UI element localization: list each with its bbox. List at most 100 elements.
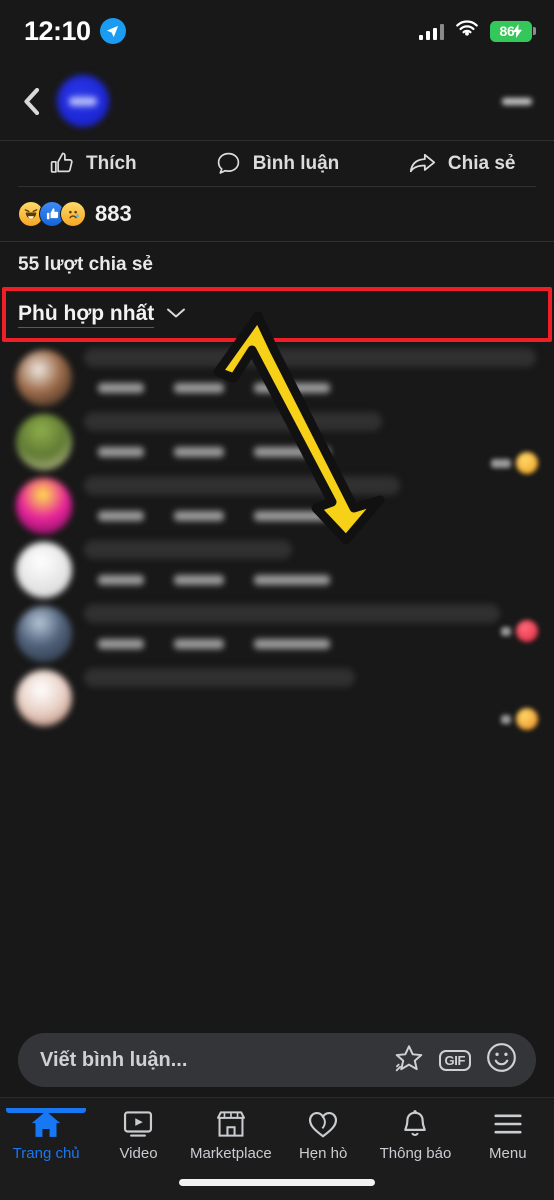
comment-sort-selector[interactable]: Phù hợp nhất <box>2 287 552 342</box>
comment-body <box>84 604 536 662</box>
comment-timestamp <box>98 575 144 585</box>
avatar[interactable] <box>57 75 109 127</box>
bell-icon <box>404 1110 427 1136</box>
share-button[interactable]: Chia sẻ <box>369 150 554 177</box>
comment-like-action[interactable] <box>174 511 224 521</box>
comments-list <box>0 342 554 730</box>
comment-button[interactable]: Bình luận <box>185 150 370 177</box>
battery-icon: 86 <box>490 20 536 42</box>
comment-bubble <box>84 540 292 559</box>
comment-meta <box>84 372 536 393</box>
nav-label-menu: Menu <box>489 1145 527 1162</box>
nav-item-notifications[interactable]: Thông báo <box>369 1109 461 1162</box>
list-item[interactable] <box>0 662 554 726</box>
more-options-icon[interactable] <box>502 97 532 105</box>
share-count-row[interactable]: 55 lượt chia sẻ <box>0 241 554 287</box>
like-button[interactable]: Thích <box>0 150 185 177</box>
comment-bubble <box>84 412 383 431</box>
cellular-signal-icon <box>418 23 444 40</box>
back-chevron-icon[interactable] <box>18 87 44 115</box>
avatar[interactable] <box>16 606 72 662</box>
comment-like-action[interactable] <box>174 383 224 393</box>
share-count-label: 55 lượt chia sẻ <box>18 253 153 275</box>
comment-body <box>84 540 536 598</box>
nav-label-home: Trang chủ <box>12 1145 80 1162</box>
status-time: 12:10 <box>24 15 91 46</box>
hamburger-menu-icon <box>494 1114 522 1134</box>
list-item[interactable] <box>0 598 554 730</box>
comment-reply-action[interactable] <box>254 575 330 585</box>
comment-timestamp <box>98 511 144 521</box>
comment-meta <box>84 564 536 585</box>
dating-heart-icon <box>309 1112 338 1138</box>
status-bar-right: 86 <box>418 19 536 43</box>
comment-sort-label: Phù hợp nhất <box>18 302 155 328</box>
comment-timestamp <box>98 383 144 393</box>
comment-bubble-icon <box>217 152 239 174</box>
comment-label: Bình luận <box>252 152 340 174</box>
list-item[interactable] <box>0 534 554 642</box>
comment-reply-action[interactable] <box>254 639 330 649</box>
comment-body <box>84 412 536 470</box>
comment-reply-action[interactable] <box>254 511 330 521</box>
list-item[interactable] <box>0 470 554 534</box>
comment-meta <box>84 436 536 457</box>
comment-sort-section: Phù hợp nhất <box>0 287 554 342</box>
comment-timestamp <box>98 447 144 457</box>
comment-reply-action[interactable] <box>254 383 330 393</box>
comment-bubble <box>84 604 500 623</box>
comment-bubble <box>84 476 401 495</box>
nav-label-video: Video <box>119 1145 158 1162</box>
comment-timestamp <box>98 639 144 649</box>
status-bar-left: 12:10 <box>24 16 126 47</box>
home-indicator-bar <box>179 1179 375 1186</box>
home-icon <box>31 1111 61 1137</box>
list-item[interactable] <box>0 342 554 474</box>
comment-input-box[interactable]: Viết bình luận... GIF <box>18 1033 536 1087</box>
sticker-star-icon[interactable] <box>393 1042 425 1079</box>
comment-body <box>84 348 536 406</box>
nav-label-dating: Hẹn hò <box>298 1145 348 1162</box>
avatar[interactable] <box>16 542 72 598</box>
comment-meta <box>84 628 536 649</box>
comment-bubble <box>84 348 536 367</box>
like-label: Thích <box>86 152 137 174</box>
nav-label-notifications: Thông báo <box>379 1145 452 1162</box>
comment-like-action[interactable] <box>174 639 224 649</box>
comment-bubble <box>84 668 356 687</box>
comment-composer: Viết bình luận... GIF <box>0 1025 554 1097</box>
avatar[interactable] <box>16 670 72 726</box>
post-header <box>0 62 554 140</box>
chevron-down-icon <box>166 306 186 324</box>
avatar[interactable] <box>16 414 72 470</box>
nav-item-dating[interactable]: Hẹn hò <box>277 1109 369 1162</box>
gif-button[interactable]: GIF <box>438 1049 471 1071</box>
avatar[interactable] <box>16 350 72 406</box>
location-arrow-icon <box>99 18 126 44</box>
emoji-smiley-icon[interactable] <box>485 1041 518 1079</box>
bottom-navigation: Trang chủ Video Marketplace Hẹn hò Thông… <box>0 1097 554 1200</box>
nav-item-marketplace[interactable]: Marketplace <box>185 1109 277 1162</box>
comment-reply-action[interactable] <box>254 447 330 457</box>
comment-body <box>84 668 536 726</box>
post-action-bar: Thích Bình luận Chia sẻ <box>0 140 554 186</box>
nav-item-home[interactable]: Trang chủ <box>0 1108 92 1162</box>
marketplace-icon <box>216 1111 245 1137</box>
nav-label-marketplace: Marketplace <box>189 1145 272 1162</box>
reactions-summary[interactable]: 883 <box>0 187 554 241</box>
battery-level: 86 <box>499 23 515 39</box>
comment-like-action[interactable] <box>174 447 224 457</box>
active-indicator <box>6 1108 86 1113</box>
reaction-count: 883 <box>95 201 132 226</box>
list-item[interactable] <box>0 406 554 470</box>
comment-input[interactable]: Viết bình luận... <box>40 1049 379 1072</box>
thumbs-up-icon <box>50 152 73 173</box>
sad-reaction-icon <box>60 201 86 227</box>
comment-like-action[interactable] <box>174 575 224 585</box>
nav-item-video[interactable]: Video <box>92 1109 184 1162</box>
nav-item-menu[interactable]: Menu <box>462 1109 554 1162</box>
avatar[interactable] <box>16 478 72 534</box>
share-label: Chia sẻ <box>447 152 516 174</box>
status-bar: 12:10 86 <box>0 0 554 62</box>
wifi-icon <box>455 19 479 43</box>
